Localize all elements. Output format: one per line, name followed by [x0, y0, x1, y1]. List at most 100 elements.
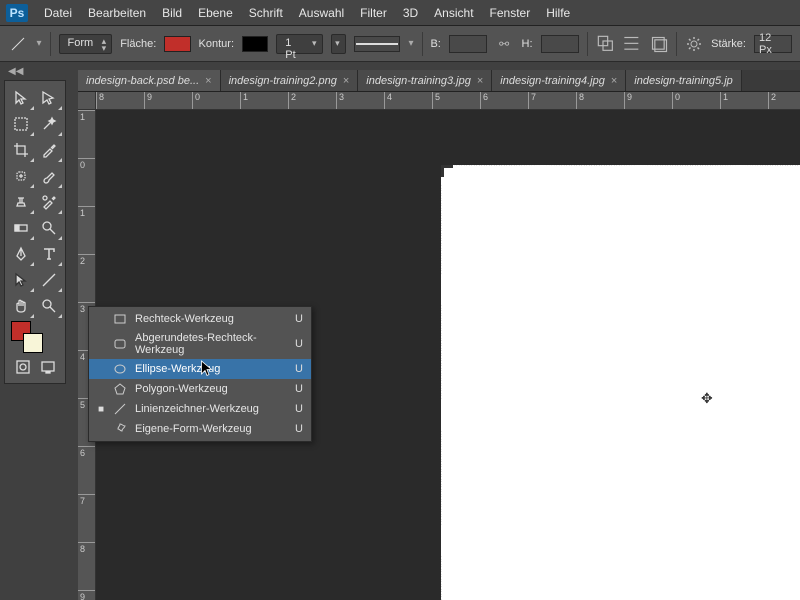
strength-label: Stärke:	[711, 38, 746, 50]
strength-input[interactable]: 12 Px	[754, 35, 792, 53]
tab-label: indesign-training2.png	[229, 75, 337, 87]
dropdown-arrow-icon[interactable]: ▾	[37, 38, 42, 49]
line-tool-icon	[8, 33, 29, 55]
flyout-item-custom[interactable]: Eigene-Form-WerkzeugU	[89, 419, 311, 439]
close-icon[interactable]: ×	[477, 75, 483, 87]
crop-handle-tl[interactable]	[441, 165, 453, 177]
clone-stamp-tool[interactable]	[7, 189, 35, 215]
document-tab[interactable]: indesign-training2.png ×	[221, 70, 359, 91]
document-tab[interactable]: indesign-training4.jpg ×	[492, 70, 626, 91]
custom-icon	[113, 422, 127, 436]
tab-label: indesign-back.psd be...	[86, 75, 199, 87]
line-icon	[113, 402, 127, 416]
divider	[587, 32, 588, 56]
menu-3d[interactable]: 3D	[395, 6, 426, 20]
document-tab[interactable]: indesign-training5.jp	[626, 70, 741, 91]
stroke-width-stepper[interactable]	[331, 34, 346, 54]
dropdown-arrow-icon[interactable]: ▾	[408, 38, 413, 49]
gradient-tool[interactable]	[7, 215, 35, 241]
options-bar: ▾ Form Fläche: Kontur: 1 Pt ▾ B: ⚯ H: St…	[0, 26, 800, 62]
type-tool[interactable]	[35, 241, 63, 267]
flyout-shortcut: U	[295, 383, 303, 395]
gear-icon[interactable]	[684, 34, 703, 54]
crop-tool[interactable]	[7, 137, 35, 163]
flyout-shortcut: U	[295, 313, 303, 325]
divider	[676, 32, 677, 56]
ruler-horizontal[interactable]: 890123456789012	[96, 92, 800, 110]
menu-help[interactable]: Hilfe	[538, 6, 578, 20]
zoom-tool[interactable]	[35, 293, 63, 319]
flyout-item-line[interactable]: ■Linienzeichner-WerkzeugU	[89, 399, 311, 419]
path-select-tool[interactable]	[7, 267, 35, 293]
close-icon[interactable]: ×	[343, 75, 349, 87]
marquee-tool[interactable]	[7, 111, 35, 137]
height-input[interactable]	[541, 35, 579, 53]
flyout-label: Ellipse-Werkzeug	[135, 363, 287, 375]
ruler-tick: 0	[78, 158, 96, 170]
app-logo: Ps	[6, 4, 28, 22]
menu-select[interactable]: Auswahl	[291, 6, 352, 20]
menu-window[interactable]: Fenster	[482, 6, 539, 20]
menu-type[interactable]: Schrift	[241, 6, 291, 20]
screenmode-tool[interactable]	[36, 357, 59, 377]
arrange-icon[interactable]	[649, 34, 668, 54]
ruler-tick: 6	[480, 92, 488, 110]
ruler-tick: 1	[78, 110, 96, 122]
panel-toggle-icon[interactable]: ◀◀	[8, 66, 23, 77]
document-tab[interactable]: indesign-training3.jpg ×	[358, 70, 492, 91]
close-icon[interactable]: ×	[205, 75, 211, 87]
fill-swatch[interactable]	[164, 36, 190, 52]
ellipse-icon	[113, 362, 127, 376]
eyedropper-tool[interactable]	[35, 137, 63, 163]
align-icon[interactable]	[622, 34, 641, 54]
flyout-item-poly[interactable]: Polygon-WerkzeugU	[89, 379, 311, 399]
tab-label: indesign-training4.jpg	[500, 75, 605, 87]
flyout-label: Eigene-Form-Werkzeug	[135, 423, 287, 435]
brush-tool[interactable]	[35, 163, 63, 189]
menu-bar: Ps Datei Bearbeiten Bild Ebene Schrift A…	[0, 0, 800, 26]
width-input[interactable]	[449, 35, 487, 53]
quickmask-tool[interactable]	[11, 357, 34, 377]
mode-dropdown[interactable]: Form	[59, 34, 113, 54]
healing-tool[interactable]	[7, 163, 35, 189]
poly-icon	[113, 382, 127, 396]
menu-view[interactable]: Ansicht	[426, 6, 481, 20]
artboard-tool[interactable]	[35, 85, 63, 111]
menu-file[interactable]: Datei	[36, 6, 80, 20]
magic-wand-tool[interactable]	[35, 111, 63, 137]
ruler-tick: 2	[78, 254, 96, 266]
menu-filter[interactable]: Filter	[352, 6, 395, 20]
tab-label: indesign-training3.jpg	[366, 75, 471, 87]
flyout-item-ellipse[interactable]: Ellipse-WerkzeugU	[89, 359, 311, 379]
document-tab[interactable]: indesign-back.psd be... ×	[78, 70, 221, 91]
ruler-tick: 9	[144, 92, 152, 110]
fill-label: Fläche:	[120, 38, 156, 50]
ruler-origin[interactable]	[78, 92, 96, 110]
ruler-tick: 1	[240, 92, 248, 110]
rect-icon	[113, 312, 127, 326]
ruler-tick: 8	[96, 92, 104, 110]
background-color[interactable]	[23, 333, 43, 353]
stroke-swatch[interactable]	[242, 36, 268, 52]
menu-layer[interactable]: Ebene	[190, 6, 241, 20]
flyout-item-rrect[interactable]: Abgerundetes-Rechteck-WerkzeugU	[89, 329, 311, 359]
flyout-label: Linienzeichner-Werkzeug	[135, 403, 287, 415]
menu-edit[interactable]: Bearbeiten	[80, 6, 154, 20]
close-icon[interactable]: ×	[611, 75, 617, 87]
flyout-item-rect[interactable]: Rechteck-WerkzeugU	[89, 309, 311, 329]
link-icon[interactable]: ⚯	[495, 34, 514, 54]
path-op-icon[interactable]	[596, 34, 615, 54]
ruler-tick: 7	[78, 494, 96, 506]
menu-image[interactable]: Bild	[154, 6, 190, 20]
ruler-tick: 8	[576, 92, 584, 110]
hand-tool[interactable]	[7, 293, 35, 319]
history-brush-tool[interactable]	[35, 189, 63, 215]
stroke-width-field[interactable]: 1 Pt	[276, 34, 322, 54]
document-tabs: indesign-back.psd be... × indesign-traini…	[78, 70, 800, 92]
line-tool[interactable]	[35, 267, 63, 293]
dodge-tool[interactable]	[35, 215, 63, 241]
stroke-style-dropdown[interactable]	[354, 36, 401, 52]
move-tool[interactable]	[7, 85, 35, 111]
pen-tool[interactable]	[7, 241, 35, 267]
ruler-tick: 8	[78, 542, 96, 554]
